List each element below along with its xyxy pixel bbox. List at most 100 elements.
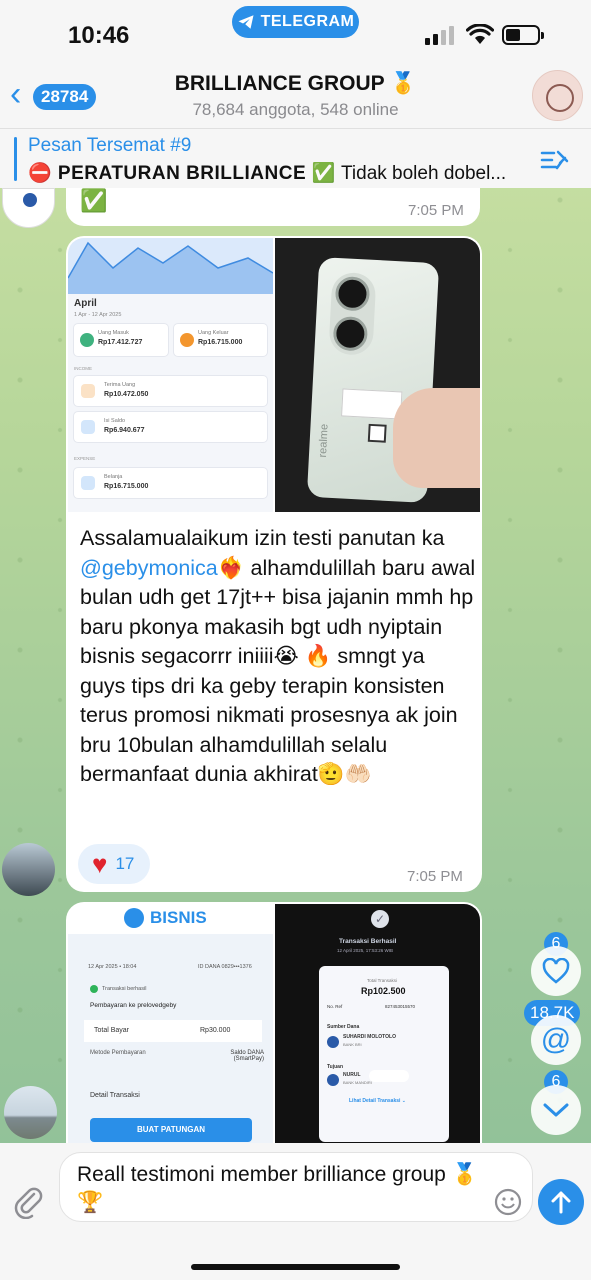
reaction-count: 17 <box>115 854 135 873</box>
transfer-total-value: Rp102.500 <box>361 986 406 996</box>
pill-label: TELEGRAM <box>260 13 355 30</box>
cellular-signal-icon <box>425 26 454 45</box>
transfer-source-name: SUHARDI MOLOTOLO <box>343 1034 396 1040</box>
recv-value: Rp10.472.050 <box>104 391 149 398</box>
message-text: Assalamualaikum izin testi panutan ka @g… <box>80 524 476 790</box>
transfer-dest-bank: BANK MANDIRI <box>343 1080 372 1085</box>
heart-reaction[interactable]: ♥ 17 <box>78 844 151 884</box>
message-text-end: ❤️‍🔥 alhamdulillah baru awal bulan udh g… <box>80 555 476 787</box>
topup-value: Rp6.940.677 <box>104 427 145 434</box>
bisnis-detail: Detail Transaksi <box>90 1092 140 1099</box>
composer-bar: Reall testimoni member brilliance group … <box>0 1143 591 1280</box>
message-time: 7:05 PM <box>408 202 464 219</box>
transfer-link: Lihat Detail Transaksi ⌄ <box>349 1098 406 1104</box>
message-input[interactable]: Reall testimoni member brilliance group … <box>59 1152 533 1222</box>
wifi-icon <box>466 24 494 44</box>
arrow-up-icon <box>551 1191 571 1214</box>
transfer-dest-label: Tujuan <box>327 1064 344 1070</box>
pinned-title: Pesan Tersemat #9 <box>28 135 192 156</box>
recv-label: Terima Uang <box>104 382 136 388</box>
scroll-down-button[interactable] <box>531 1085 581 1135</box>
bisnis-logo-icon <box>124 908 144 928</box>
out-card: Uang Keluar Rp16.715.000 <box>174 324 267 356</box>
income-heading: INCOME <box>74 366 92 371</box>
sender-avatar[interactable] <box>4 1086 57 1139</box>
transfer-ref-label: No. Ref <box>327 1004 343 1009</box>
pinned-list-icon[interactable] <box>540 149 570 173</box>
bisnis-desc: Pembayaran ke prelovedgeby <box>90 1002 177 1009</box>
photo-bisnis-receipt[interactable]: BISNIS 12 Apr 2025 • 18:04 ID DANA 0829•… <box>68 904 273 1145</box>
transfer-source-label: Sumber Dana <box>327 1024 360 1030</box>
emoji-icon[interactable] <box>493 1187 523 1217</box>
bisnis-status: Transaksi berhasil <box>102 986 147 992</box>
finance-month: April <box>74 298 97 309</box>
heart-outline-icon <box>542 958 570 984</box>
out-label: Uang Keluar <box>198 330 229 336</box>
hand <box>393 388 480 488</box>
transfer-date: 12 April 2025, 17:53:26 WIB <box>337 948 394 953</box>
mention-link[interactable]: @gebymonica <box>80 556 218 580</box>
transfer-card: Total Transaksi Rp102.500 No. Ref 827453… <box>319 966 449 1142</box>
message-bubble[interactable]: April 1 Apr - 12 Apr 2025 Uang Masuk Rp1… <box>66 236 482 892</box>
shop-value: Rp16.715.000 <box>104 483 149 490</box>
message-time: 7:05 PM <box>407 868 463 885</box>
bisnis-method-value: Saldo DANA (SmartPay) <box>230 1050 264 1062</box>
message-input-text: Reall testimoni member brilliance group … <box>77 1163 478 1214</box>
clock: 10:46 <box>68 22 130 49</box>
expense-heading: EXPENSE <box>74 456 96 461</box>
chevron-down-icon <box>543 1103 569 1117</box>
recv-card: Terima Uang Rp10.472.050 <box>74 376 267 406</box>
heart-icon: ♥ <box>92 849 108 879</box>
battery-icon <box>502 25 544 45</box>
bisnis-total-value: Rp30.000 <box>200 1027 231 1034</box>
paperclip-icon[interactable] <box>12 1185 46 1219</box>
pinned-message-bar[interactable]: Pesan Tersemat #9 ⛔ PERATURAN BRILLIANCE… <box>0 128 591 188</box>
pinned-text: ⛔ PERATURAN BRILLIANCE ✅ Tidak boleh dob… <box>28 161 548 185</box>
mentions-button[interactable]: @ <box>531 1015 581 1065</box>
send-button[interactable] <box>538 1179 584 1225</box>
in-value: Rp17.412.727 <box>98 339 143 346</box>
return-to-telegram-pill[interactable]: TELEGRAM <box>232 6 359 38</box>
photo-transfer-receipt[interactable]: ✓ Transaksi Berhasil 12 April 2025, 17:5… <box>275 904 480 1147</box>
in-label: Uang Masuk <box>98 330 129 336</box>
unread-reactions-button[interactable] <box>531 946 581 996</box>
chart-area <box>68 238 273 294</box>
message-bubble-partial[interactable]: ✅ 7:05 PM <box>66 188 480 226</box>
photo-new-phone[interactable]: realme <box>275 238 480 512</box>
in-card: Uang Masuk Rp17.412.727 <box>74 324 168 356</box>
buat-patungan-label: BUAT PATUNGAN <box>137 1125 205 1134</box>
bisnis-date: 12 Apr 2025 • 18:04 <box>88 964 137 970</box>
transfer-ref-value: 827453015570 <box>385 1004 416 1009</box>
topup-label: Isi Saldo <box>104 418 126 424</box>
redaction-scribble <box>369 1070 409 1082</box>
transfer-dest-name: NURUL <box>343 1072 361 1078</box>
telegram-icon <box>238 15 254 29</box>
sender-avatar[interactable] <box>2 843 55 896</box>
transfer-total-label: Total Transaksi <box>367 978 398 983</box>
shop-card: Belanja Rp16.715.000 <box>74 468 267 498</box>
transfer-status: Transaksi Berhasil <box>339 938 397 945</box>
topup-card: Isi Saldo Rp6.940.677 <box>74 412 267 442</box>
success-check-icon <box>90 985 98 993</box>
transfer-source-bank: BANK BRI <box>343 1042 362 1047</box>
status-bar: 10:46 TELEGRAM <box>0 0 591 62</box>
message-bubble-images[interactable]: BISNIS 12 Apr 2025 • 18:04 ID DANA 0829•… <box>66 902 482 1147</box>
bisnis-total-label: Total Bayar <box>94 1027 130 1034</box>
buat-patungan-button[interactable]: BUAT PATUNGAN <box>90 1118 252 1142</box>
message-text-start: Assalamualaikum izin testi panutan ka <box>80 526 445 550</box>
home-indicator <box>191 1264 400 1270</box>
out-value: Rp16.715.000 <box>198 339 243 346</box>
pinned-text-rest: Tidak boleh dobel... <box>336 163 507 184</box>
at-sign-icon: @ <box>540 1023 572 1056</box>
check-circle-icon: ✓ <box>371 910 389 928</box>
bisnis-logo: BISNIS <box>150 908 207 927</box>
bank-mandiri-icon <box>327 1074 339 1086</box>
group-subtitle: 78,684 anggota, 548 online <box>192 100 399 119</box>
photo-finance-summary[interactable]: April 1 Apr - 12 Apr 2025 Uang Masuk Rp1… <box>68 238 273 512</box>
shop-label: Belanja <box>104 474 123 480</box>
group-title[interactable]: BRILLIANCE GROUP 🥇 <box>0 72 591 96</box>
group-avatar[interactable] <box>532 70 583 121</box>
message-emoji: ✅ <box>80 188 108 213</box>
finance-range: 1 Apr - 12 Apr 2025 <box>74 312 122 318</box>
bisnis-id: ID DANA 0829•••1376 <box>198 964 252 970</box>
